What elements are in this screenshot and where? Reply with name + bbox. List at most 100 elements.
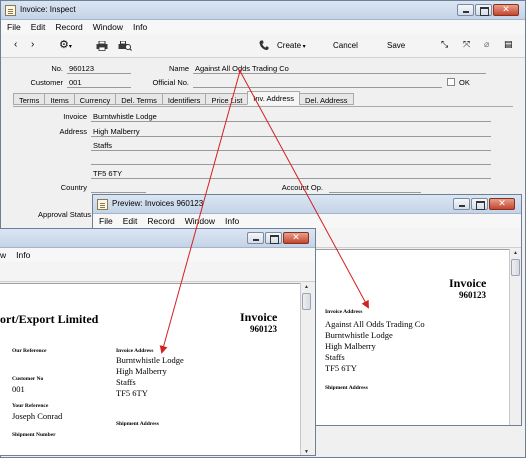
scroll-up-icon[interactable]: ▲ — [510, 249, 521, 258]
customer-field[interactable]: 001 — [69, 78, 82, 87]
menu-info[interactable]: Info — [133, 22, 147, 32]
invoice-address-line-1: Against All Odds Trading Co — [325, 319, 425, 329]
preview-left-menubar: w Info — [0, 248, 315, 262]
menu-file[interactable]: File — [7, 22, 21, 32]
invoice-address-line-3: High Malberry — [325, 341, 376, 351]
company-name: ort/Export Limited — [0, 312, 99, 326]
customer-label: Customer — [30, 78, 63, 87]
preview-window-left: w Info ort/Export Limited Invoice 960123… — [0, 228, 316, 456]
invoice-address-heading: Invoice Address — [325, 309, 363, 315]
scroll-thumb[interactable] — [511, 259, 520, 276]
official-no-label: Official No. — [152, 78, 189, 87]
save-button[interactable]: Save — [387, 41, 405, 50]
menu-info[interactable]: Info — [16, 250, 30, 260]
preview-right-titlebar[interactable]: Preview: Invoices 960123 — [93, 195, 521, 214]
tab-currency[interactable]: Currency — [73, 93, 117, 105]
invoice-app-icon — [5, 5, 16, 16]
cancel-button[interactable]: Cancel — [333, 41, 358, 50]
menu-file[interactable]: File — [99, 216, 113, 226]
your-reference-value: Joseph Conrad — [12, 411, 63, 421]
print-icon[interactable] — [96, 41, 108, 51]
invoice-address-line-5: TF5 6TY — [325, 363, 357, 373]
close-button[interactable] — [493, 4, 519, 16]
customer-no-value: 001 — [12, 384, 25, 394]
customer-no-label: Customer No — [12, 376, 44, 382]
inspect-toolbar: ‹ › ⚙▾ Create ▾ Cancel Save ⤡ ⤧ ⌀ ▤ — [1, 34, 525, 58]
invoice-name-field[interactable]: Burntwhistle Lodge — [93, 112, 157, 121]
menu-edit[interactable]: Edit — [123, 216, 138, 226]
preview-left-page: ort/Export Limited Invoice 960123 Our Re… — [0, 283, 300, 455]
minimize-button[interactable] — [453, 198, 470, 210]
inspect-menubar: File Edit Record Window Info — [1, 20, 525, 34]
menu-record[interactable]: Record — [147, 216, 174, 226]
maximize-button[interactable] — [475, 4, 492, 16]
minimize-icon[interactable]: ⤡ — [441, 39, 448, 50]
invoice-address-line-2: High Malberry — [116, 366, 167, 376]
print-preview-icon[interactable] — [118, 41, 132, 51]
maximize-button[interactable] — [471, 198, 488, 210]
tab-items[interactable]: Items — [44, 93, 75, 105]
tab-del-terms[interactable]: Del. Terms — [115, 93, 163, 105]
shipment-address-heading: Shipment Address — [116, 421, 159, 427]
close-button[interactable] — [283, 232, 309, 244]
invoice-label: Invoice — [63, 112, 87, 121]
menu-edit[interactable]: Edit — [31, 22, 46, 32]
invoice-address-heading: Invoice Address — [116, 348, 154, 354]
back-icon[interactable]: ‹ — [14, 39, 17, 50]
expand-icon[interactable]: ⤧ — [463, 39, 470, 50]
inspect-titlebar[interactable]: Invoice: Inspect — [1, 1, 525, 20]
close-button[interactable] — [489, 198, 515, 210]
tab-price-list[interactable]: Price List — [205, 93, 249, 105]
preview-right-title: Preview: Invoices 960123 — [112, 199, 204, 208]
contacts-icon[interactable]: ▤ — [504, 39, 513, 50]
tab-del-address[interactable]: Del. Address — [299, 93, 354, 105]
gear-icon[interactable]: ⚙▾ — [59, 38, 72, 51]
inspect-title: Invoice: Inspect — [20, 5, 76, 14]
menu-window[interactable]: Window — [93, 22, 123, 32]
our-reference-label: Our Reference — [12, 348, 47, 354]
tab-identifiers[interactable]: Identifiers — [161, 93, 207, 105]
forward-icon[interactable]: › — [31, 39, 34, 50]
doc-number: 960123 — [459, 290, 486, 300]
country-label: Country — [60, 183, 87, 192]
menu-window[interactable]: Window — [185, 216, 215, 226]
menu-info[interactable]: Info — [225, 216, 239, 226]
tab-terms[interactable]: Terms — [13, 93, 46, 105]
invoice-address-line-1: Burntwhistle Lodge — [116, 355, 184, 365]
scroll-up-icon[interactable]: ▲ — [301, 283, 312, 292]
account-op-label: Account Op. — [281, 183, 323, 192]
preview-right-menubar: File Edit Record Window Info — [93, 214, 521, 228]
invoice-address-line-4: Staffs — [325, 352, 345, 362]
doc-number: 960123 — [250, 324, 277, 334]
name-field[interactable]: Against All Odds Trading Co — [195, 64, 289, 73]
tab-inv-address[interactable]: Inv. Address — [247, 91, 300, 105]
doc-title: Invoice — [449, 276, 487, 290]
maximize-button[interactable] — [265, 232, 282, 244]
minimize-button[interactable] — [247, 232, 264, 244]
invoice-address-line-2: Burntwhistle Lodge — [325, 330, 393, 340]
address-line-1[interactable]: High Malberry — [93, 127, 140, 136]
preview-left-titlebar[interactable] — [0, 229, 315, 248]
scroll-thumb[interactable] — [302, 293, 311, 310]
phone-icon[interactable] — [259, 40, 269, 51]
address-line-2[interactable]: Staffs — [93, 141, 112, 150]
menu-record[interactable]: Record — [55, 22, 82, 32]
scroll-down-icon[interactable]: ▼ — [301, 448, 312, 455]
approval-status-label: Approval Status — [38, 210, 91, 219]
invoice-address-line-4: TF5 6TY — [116, 388, 148, 398]
ok-checkbox[interactable] — [447, 78, 455, 86]
minimize-button[interactable] — [457, 4, 474, 16]
menu-window[interactable]: w — [0, 250, 6, 260]
preview-left-scrollbar[interactable]: ▲ ▼ — [300, 283, 312, 455]
shipment-number-label: Shipment Number — [12, 432, 56, 438]
address-line-4[interactable]: TF5 6TY — [93, 169, 122, 178]
preview-right-scrollbar[interactable]: ▲ — [509, 249, 521, 425]
no-field[interactable]: 960123 — [69, 64, 94, 73]
create-label: Create — [277, 41, 302, 50]
create-button[interactable]: Create ▾ — [277, 41, 306, 50]
record-tabs: Terms Items Currency Del. Terms Identifi… — [13, 91, 354, 105]
name-label: Name — [168, 64, 189, 73]
doc-title: Invoice — [240, 310, 278, 324]
attach-icon[interactable]: ⌀ — [484, 39, 489, 50]
no-label: No. — [51, 64, 63, 73]
